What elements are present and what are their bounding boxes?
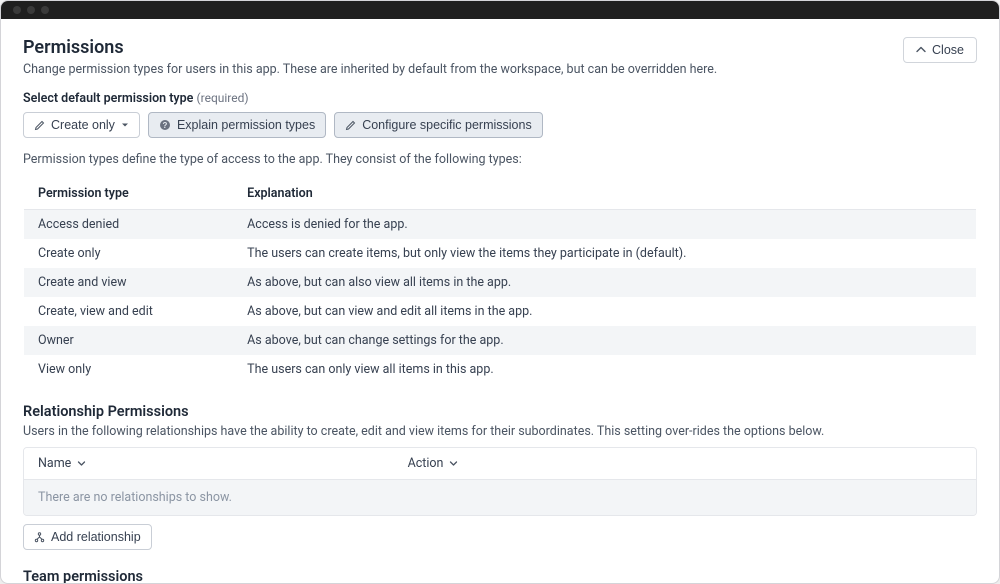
relationships-table: Name Action There are no relationships t… [23,447,977,516]
dropdown-value: Create only [51,118,115,132]
explain-types-button[interactable]: ? Explain permission types [148,112,326,138]
add-relationship-label: Add relationship [51,530,141,544]
main-content: Permissions Change permission types for … [1,19,999,583]
table-row: Access deniedAccess is denied for the ap… [24,210,977,240]
chevron-up-icon [916,45,926,55]
permission-types-table: Permission type Explanation Access denie… [23,177,977,385]
relationships-empty: There are no relationships to show. [24,480,976,515]
types-description: Permission types define the type of acce… [23,152,977,167]
pencil-icon [34,120,45,131]
page-title: Permissions [23,37,717,58]
table-row: Create and viewAs above, but can also vi… [24,268,977,297]
window-titlebar [1,1,999,19]
default-permission-dropdown[interactable]: Create only [23,112,140,138]
relationships-title: Relationship Permissions [23,403,977,420]
col-header-type: Permission type [24,178,234,210]
table-row: Create, view and editAs above, but can v… [24,297,977,326]
table-row: View onlyThe users can only view all ite… [24,355,977,385]
teams-title: Team permissions [23,568,977,583]
close-button[interactable]: Close [903,37,977,63]
svg-text:?: ? [162,121,167,130]
chevron-down-icon [449,459,458,468]
relationships-header: Name Action [24,448,976,480]
col-header-explanation: Explanation [233,178,976,210]
pencil-icon [345,120,356,131]
table-row: Create onlyThe users can create items, b… [24,239,977,268]
question-circle-icon: ? [159,119,171,131]
relationships-description: Users in the following relationships hav… [23,424,977,439]
app-window: Permissions Change permission types for … [0,0,1000,584]
col-action-header[interactable]: Action [408,456,593,471]
page-subtitle: Change permission types for users in thi… [23,62,717,77]
traffic-light-close[interactable] [13,6,21,14]
add-relationship-button[interactable]: Add relationship [23,524,152,550]
col-name-header[interactable]: Name [38,456,408,471]
traffic-light-zoom[interactable] [41,6,49,14]
traffic-light-minimize[interactable] [27,6,35,14]
permission-controls: Create only ? Explain permission types C… [23,112,977,138]
caret-down-icon [121,121,129,129]
default-permission-label: Select default permission type (required… [23,91,977,106]
header-titles: Permissions Change permission types for … [23,37,717,91]
configure-label: Configure specific permissions [362,118,532,132]
close-label: Close [932,43,964,57]
explain-label: Explain permission types [177,118,315,132]
branch-icon [34,532,45,543]
configure-permissions-button[interactable]: Configure specific permissions [334,112,543,138]
table-row: OwnerAs above, but can change settings f… [24,326,977,355]
required-indicator: (required) [197,91,249,105]
header-row: Permissions Change permission types for … [23,37,977,91]
chevron-down-icon [77,459,86,468]
